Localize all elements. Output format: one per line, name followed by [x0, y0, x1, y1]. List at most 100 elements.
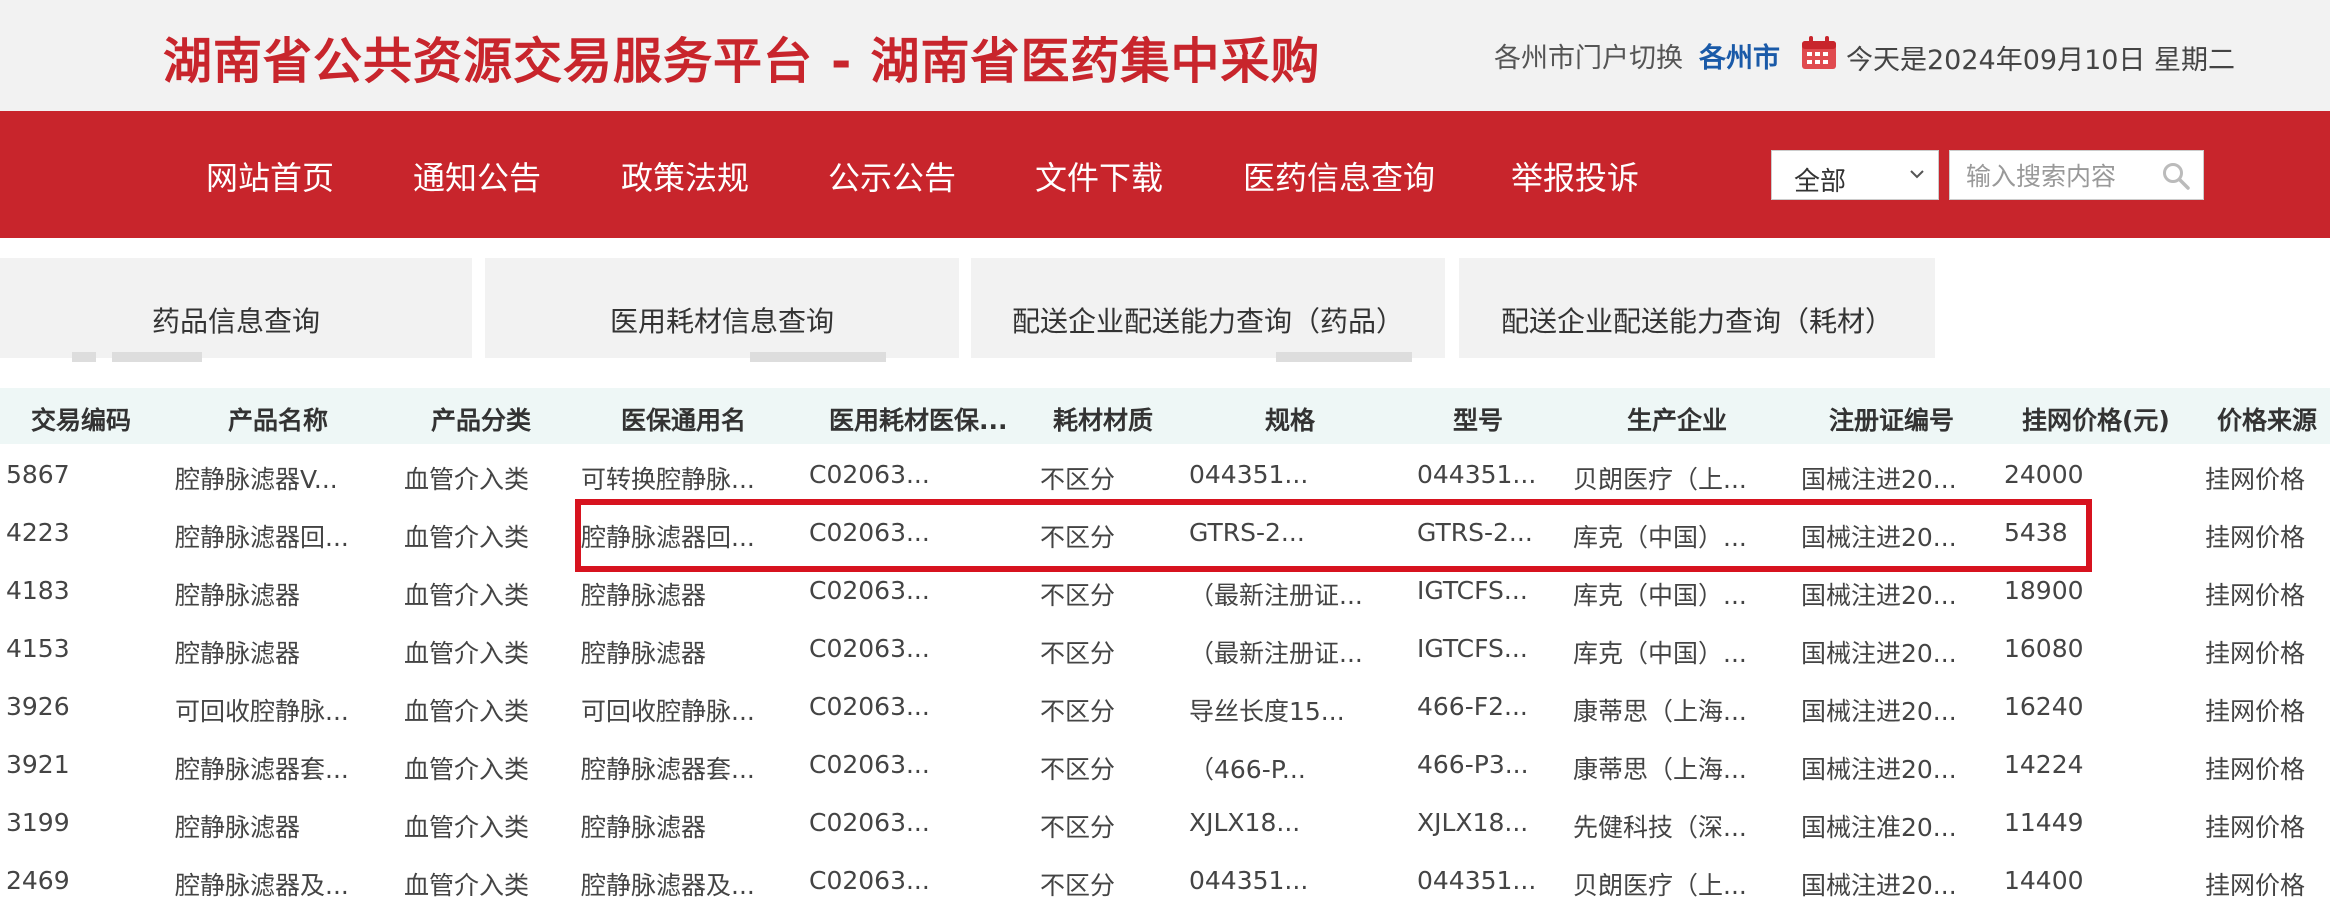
tab-distribution-drug-query[interactable]: 配送企业配送能力查询（药品） [971, 258, 1445, 358]
cell-product-category: 血管介入类 [404, 581, 530, 610]
cell-model: 044351... [1417, 460, 1537, 489]
cell-product-name: 腔静脉滤器 [175, 639, 301, 668]
cell-registration-no: 国械注进20... [1801, 697, 1957, 726]
cell-trade-code: 5867 [6, 460, 70, 489]
cell-model: 466-P3... [1417, 750, 1529, 779]
cell-listed-price: 5438 [2004, 518, 2068, 547]
cell-insurance-generic-name: 腔静脉滤器回... [581, 523, 755, 552]
cell-price-source: 挂网价格 [2205, 639, 2306, 668]
cell-insurance-generic-name: 腔静脉滤器套... [581, 755, 755, 784]
nav-complaints[interactable]: 举报投诉 [1511, 153, 1639, 199]
cell-model: IGTCFS... [1417, 576, 1528, 605]
cell-registration-no: 国械注进20... [1801, 871, 1957, 900]
search-box [1949, 150, 2204, 201]
table-row[interactable]: 3199 腔静脉滤器 血管介入类 腔静脉滤器 C02063... 不区分 XJL… [0, 793, 2330, 851]
cell-registration-no: 国械注进20... [1801, 523, 1957, 552]
cell-material: 不区分 [1040, 755, 1116, 784]
cell-manufacturer: 贝朗医疗（上... [1573, 871, 1747, 900]
cell-insurance-generic-name: 可回收腔静脉... [581, 697, 755, 726]
col-product-name: 产品名称 [228, 406, 329, 435]
search-scope-value: 全部 [1794, 167, 1847, 197]
pager-fragment [112, 352, 202, 362]
table-row[interactable]: 4223 腔静脉滤器回... 血管介入类 腔静脉滤器回... C02063...… [0, 503, 2330, 561]
search-scope-select[interactable]: 全部 [1771, 150, 1939, 200]
search-input[interactable] [1950, 151, 2168, 201]
cell-spec: XJLX18... [1189, 808, 1301, 837]
search-icon[interactable] [2161, 161, 2191, 191]
calendar-icon [1802, 36, 1836, 69]
cell-registration-no: 国械注进20... [1801, 465, 1957, 494]
cell-price-source: 挂网价格 [2205, 523, 2306, 552]
cell-product-name: 腔静脉滤器及... [175, 871, 349, 900]
chevron-down-icon [1910, 170, 1924, 179]
cell-trade-code: 4183 [6, 576, 70, 605]
nav-home[interactable]: 网站首页 [206, 153, 334, 199]
cell-price-source: 挂网价格 [2205, 871, 2306, 900]
cell-material: 不区分 [1040, 697, 1116, 726]
cell-material: 不区分 [1040, 813, 1116, 842]
nav-notices[interactable]: 通知公告 [413, 153, 541, 199]
cell-insurance-generic-name: 腔静脉滤器 [581, 581, 707, 610]
cell-insurance-code: C02063... [809, 808, 930, 837]
cell-registration-no: 国械注进20... [1801, 581, 1957, 610]
cell-listed-price: 16240 [2004, 692, 2084, 721]
col-material: 耗材材质 [1053, 406, 1154, 435]
nav-downloads[interactable]: 文件下载 [1035, 153, 1163, 199]
pager-fragment [750, 352, 886, 362]
tab-drug-info-query[interactable]: 药品信息查询 [0, 258, 472, 358]
cell-listed-price: 14400 [2004, 866, 2084, 895]
cell-trade-code: 3921 [6, 750, 70, 779]
col-price-source: 价格来源 [2217, 406, 2318, 435]
table-row[interactable]: 3921 腔静脉滤器套... 血管介入类 腔静脉滤器套... C02063...… [0, 735, 2330, 793]
table-row[interactable]: 5867 腔静脉滤器V... 血管介入类 可转换腔静脉... C02063...… [0, 445, 2330, 503]
cell-price-source: 挂网价格 [2205, 755, 2306, 784]
tab-label: 医用耗材信息查询 [609, 305, 834, 338]
cell-trade-code: 4153 [6, 634, 70, 663]
pager-controls-obscured [0, 352, 1420, 366]
cell-price-source: 挂网价格 [2205, 465, 2306, 494]
cell-spec: 导丝长度15... [1189, 697, 1345, 726]
cell-spec: （最新注册证... [1189, 581, 1363, 610]
cell-spec: （最新注册证... [1189, 639, 1363, 668]
cell-model: GTRS-2... [1417, 518, 1533, 547]
nav-policies[interactable]: 政策法规 [621, 153, 749, 199]
cell-product-name: 腔静脉滤器V... [175, 465, 338, 494]
cell-listed-price: 16080 [2004, 634, 2084, 663]
tab-distribution-consumable-query[interactable]: 配送企业配送能力查询（耗材） [1459, 258, 1935, 358]
cell-spec: 044351... [1189, 866, 1309, 895]
tab-consumable-info-query[interactable]: 医用耗材信息查询 [485, 258, 959, 358]
cell-listed-price: 18900 [2004, 576, 2084, 605]
table-row[interactable]: 3926 可回收腔静脉... 血管介入类 可回收腔静脉... C02063...… [0, 677, 2330, 735]
cell-insurance-code: C02063... [809, 460, 930, 489]
cell-manufacturer: 库克（中国）... [1573, 639, 1747, 668]
col-insurance-code: 医用耗材医保... [829, 406, 1008, 435]
col-product-category: 产品分类 [431, 406, 532, 435]
col-listed-price: 挂网价格(元) [2022, 406, 2170, 435]
main-nav: 网站首页 通知公告 政策法规 公示公告 文件下载 医药信息查询 举报投诉 全部 [0, 111, 2330, 238]
top-header: 湖南省公共资源交易服务平台 - 湖南省医药集中采购 各州市门户切换 各州市 今天… [0, 0, 2330, 111]
cell-listed-price: 24000 [2004, 460, 2084, 489]
cell-price-source: 挂网价格 [2205, 581, 2306, 610]
cell-manufacturer: 贝朗医疗（上... [1573, 465, 1747, 494]
cell-registration-no: 国械注准20... [1801, 813, 1957, 842]
col-spec: 规格 [1265, 406, 1316, 435]
table-row[interactable]: 2469 腔静脉滤器及... 血管介入类 腔静脉滤器及... C02063...… [0, 851, 2330, 909]
cell-product-category: 血管介入类 [404, 465, 530, 494]
cell-spec: 044351... [1189, 460, 1309, 489]
cell-model: XJLX18... [1417, 808, 1529, 837]
col-model: 型号 [1453, 406, 1504, 435]
cell-product-category: 血管介入类 [404, 813, 530, 842]
nav-announcements[interactable]: 公示公告 [828, 153, 956, 199]
cell-insurance-generic-name: 腔静脉滤器及... [581, 871, 755, 900]
cell-insurance-code: C02063... [809, 866, 930, 895]
tab-label: 配送企业配送能力查询（药品） [1011, 305, 1404, 338]
pager-fragment [72, 352, 96, 362]
cell-insurance-generic-name: 可转换腔静脉... [581, 465, 755, 494]
cell-registration-no: 国械注进20... [1801, 639, 1957, 668]
table-row[interactable]: 4183 腔静脉滤器 血管介入类 腔静脉滤器 C02063... 不区分 （最新… [0, 561, 2330, 619]
city-switch-link[interactable]: 各州市 [1699, 36, 1780, 75]
cell-material: 不区分 [1040, 871, 1116, 900]
cell-spec: GTRS-2... [1189, 518, 1305, 547]
nav-medical-info-query[interactable]: 医药信息查询 [1243, 153, 1435, 199]
table-row[interactable]: 4153 腔静脉滤器 血管介入类 腔静脉滤器 C02063... 不区分 （最新… [0, 619, 2330, 677]
